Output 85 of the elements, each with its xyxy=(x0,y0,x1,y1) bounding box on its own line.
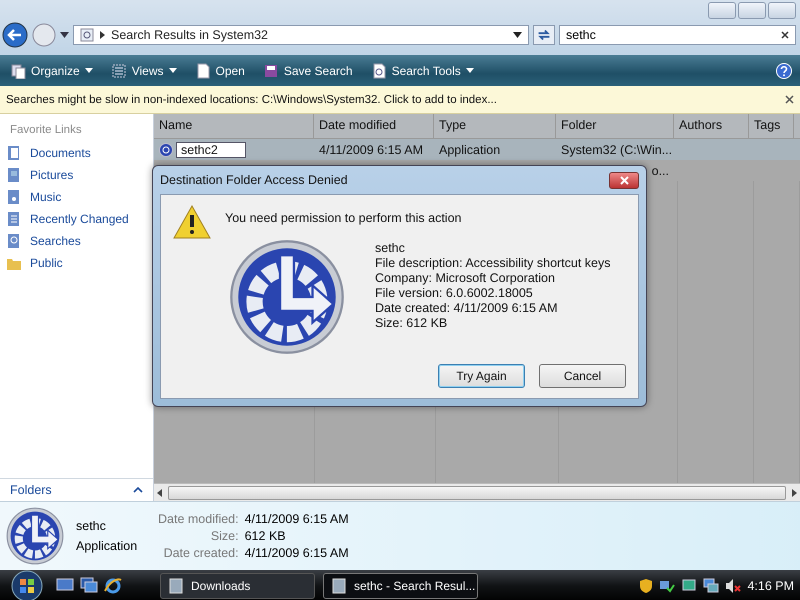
file-detail: File version: 6.0.6002.18005 xyxy=(375,286,534,300)
help-icon[interactable] xyxy=(776,62,792,78)
accessibility-icon xyxy=(6,507,64,565)
chevron-up-icon[interactable] xyxy=(133,487,143,493)
sidebar-link[interactable]: Pictures xyxy=(0,164,153,186)
dropdown-icon[interactable] xyxy=(513,32,522,38)
detail-value: 4/11/2009 6:15 AM xyxy=(244,512,349,526)
sidebar-link[interactable]: Public xyxy=(0,252,153,274)
date-cell: 4/11/2009 6:15 AM xyxy=(319,142,424,156)
detail-label: Date modified: xyxy=(158,512,239,526)
sidebar-link[interactable]: Recently Changed xyxy=(0,208,153,230)
column-header[interactable]: Date modified xyxy=(314,114,434,138)
column-header[interactable]: Name xyxy=(154,114,314,138)
app-icon xyxy=(159,142,173,156)
file-row[interactable]: sethc2 4/11/2009 6:15 AM Application System32 (C:\Win... xyxy=(154,139,800,160)
restore-button[interactable] xyxy=(738,2,766,19)
scroll-right-icon[interactable] xyxy=(790,488,798,496)
accessibility-icon xyxy=(229,239,345,355)
breadcrumb-arrow-icon xyxy=(100,31,105,39)
file-name: sethc xyxy=(76,519,107,533)
toolbar-button[interactable]: Save Search xyxy=(260,60,355,80)
warning-icon xyxy=(173,205,211,239)
caret-icon xyxy=(168,68,176,73)
file-detail: File description: Accessibility shortcut keys xyxy=(375,256,611,270)
file-detail: Size: 612 KB xyxy=(375,316,448,330)
close-icon[interactable] xyxy=(785,95,794,104)
column-header[interactable]: Authors xyxy=(674,114,749,138)
detail-label: Date created: xyxy=(162,546,239,560)
taskbar-button[interactable]: sethc - Search Resul... xyxy=(323,573,478,599)
caret-icon xyxy=(84,68,93,73)
file-type: Application xyxy=(76,539,138,553)
window-icon xyxy=(332,578,346,594)
organize-icon xyxy=(10,62,26,78)
rename-field[interactable]: sethc2 xyxy=(176,142,246,158)
history-dropdown-icon[interactable] xyxy=(60,32,69,38)
search-folder-icon xyxy=(80,28,94,42)
minimize-button[interactable] xyxy=(708,2,736,19)
toolbar-button[interactable]: Views xyxy=(108,60,178,80)
network-icon[interactable] xyxy=(659,578,676,594)
column-header[interactable]: Type xyxy=(434,114,556,138)
toolbar-button[interactable]: Open xyxy=(192,60,247,80)
close-icon xyxy=(620,176,628,184)
column-header[interactable]: Folder xyxy=(556,114,674,138)
sidebar-heading: Favorite Links xyxy=(9,123,83,138)
file-detail: Date created: 4/11/2009 6:15 AM xyxy=(375,301,559,315)
search-field[interactable]: sethc xyxy=(559,25,796,45)
scrollbar-thumb[interactable] xyxy=(168,486,786,500)
dialog-message: You need permission to perform this action xyxy=(225,210,462,225)
sidebar-link[interactable]: Music xyxy=(0,186,153,208)
scroll-left-icon[interactable] xyxy=(156,488,164,496)
file-detail: Company: Microsoft Corporation xyxy=(375,271,556,285)
back-button[interactable] xyxy=(2,22,28,48)
column-header[interactable]: Tags xyxy=(749,114,794,138)
speaker-muted-icon[interactable] xyxy=(725,578,742,594)
caret-icon xyxy=(466,68,474,73)
detail-value: 612 KB xyxy=(244,529,287,543)
file-name: sethc xyxy=(375,241,406,255)
tools-icon xyxy=(370,62,387,78)
detail-label: Size: xyxy=(210,529,239,543)
window-switch-icon[interactable] xyxy=(80,577,98,593)
clear-icon[interactable] xyxy=(781,31,789,39)
address-bar[interactable]: Search Results in System32 xyxy=(73,25,529,45)
toolbar-button[interactable]: Search Tools xyxy=(368,60,476,80)
dialog-button[interactable]: Try Again xyxy=(438,364,525,388)
save-icon xyxy=(262,62,279,78)
folders-toggle[interactable]: Folders xyxy=(10,483,52,497)
dialog-title: Destination Folder Access Denied xyxy=(160,173,348,187)
refresh-button[interactable] xyxy=(533,25,555,45)
close-button[interactable] xyxy=(609,172,639,188)
type-cell: Application xyxy=(439,142,500,156)
detail-value: 4/11/2009 6:15 AM xyxy=(244,546,349,560)
open-icon xyxy=(194,62,210,78)
browser-icon[interactable] xyxy=(104,577,122,595)
desktop-icon[interactable] xyxy=(56,577,74,593)
window-icon xyxy=(169,578,183,594)
taskbar-button[interactable]: Downloads xyxy=(160,573,315,599)
views-icon xyxy=(110,62,127,78)
clock[interactable]: 4:16 PM xyxy=(747,579,794,593)
sidebar-link[interactable]: Documents xyxy=(0,142,153,164)
monitor-icon[interactable] xyxy=(703,578,720,594)
sidebar-link[interactable]: Searches xyxy=(0,230,153,252)
dialog-button[interactable]: Cancel xyxy=(539,364,626,388)
toolbar-button[interactable]: Organize xyxy=(8,60,95,80)
shield-icon[interactable] xyxy=(639,578,654,594)
folder-cell: System32 (C:\Win... xyxy=(561,142,672,156)
